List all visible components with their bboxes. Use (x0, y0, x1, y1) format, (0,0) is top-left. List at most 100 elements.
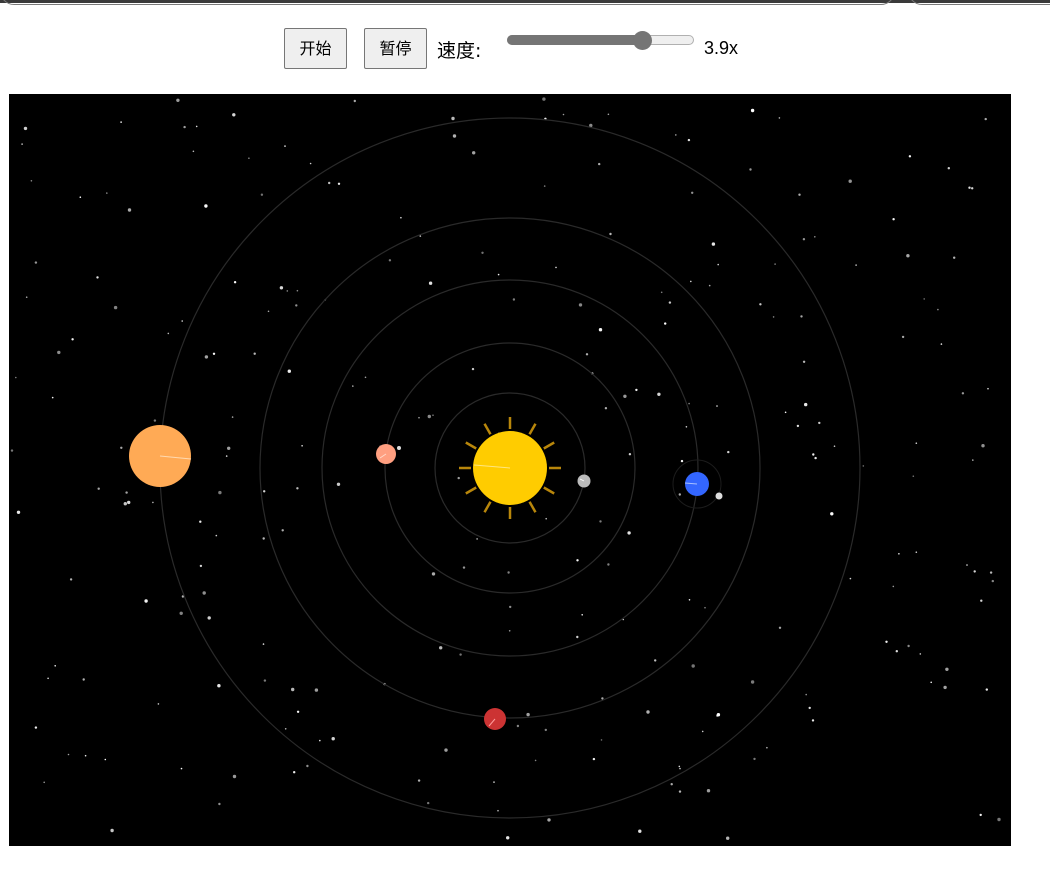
speed-slider-thumb[interactable] (633, 31, 652, 50)
star (592, 757, 596, 761)
star (802, 238, 806, 241)
star (452, 134, 457, 138)
star (192, 150, 195, 153)
star (635, 388, 638, 392)
pause-button[interactable]: 暂停 (364, 28, 427, 69)
star (706, 789, 711, 793)
star (646, 710, 650, 714)
star (279, 286, 284, 290)
star (493, 781, 495, 783)
star (814, 236, 816, 238)
star (353, 99, 356, 103)
star (848, 179, 852, 183)
star (267, 310, 270, 313)
star (578, 303, 583, 307)
star (716, 405, 718, 407)
star (543, 185, 546, 187)
speed-slider[interactable] (507, 31, 694, 50)
star (314, 688, 319, 692)
star (152, 501, 154, 504)
star (628, 453, 632, 456)
star (199, 564, 203, 568)
star (623, 394, 627, 398)
star (997, 817, 1001, 822)
star (248, 157, 250, 159)
star (428, 281, 433, 285)
star (895, 650, 898, 653)
star (749, 168, 752, 171)
star (708, 284, 711, 287)
star (113, 305, 118, 310)
star (688, 402, 690, 405)
star (534, 759, 537, 762)
star (309, 162, 312, 165)
star (507, 571, 510, 574)
star (202, 591, 206, 595)
star (21, 143, 23, 145)
star (930, 681, 932, 684)
star (818, 421, 821, 425)
star (199, 520, 202, 523)
star (657, 392, 661, 396)
star (232, 774, 237, 779)
star (67, 753, 70, 756)
star (263, 679, 267, 682)
star (607, 113, 610, 116)
star (497, 809, 499, 812)
star (47, 677, 49, 680)
star (293, 771, 296, 774)
star (509, 605, 512, 609)
star (301, 445, 303, 447)
star (576, 635, 579, 639)
planet-red (484, 708, 506, 730)
star (945, 667, 949, 671)
star (638, 829, 642, 833)
star (654, 659, 657, 662)
star (581, 614, 583, 616)
star (759, 303, 762, 306)
speed-label: 速度: (437, 40, 482, 62)
star (82, 678, 85, 681)
star (127, 500, 131, 505)
star (471, 367, 475, 371)
star (262, 537, 265, 540)
star (286, 290, 289, 292)
star (225, 455, 228, 457)
star (562, 113, 565, 116)
star (947, 167, 950, 170)
star (183, 125, 186, 129)
star (670, 783, 673, 786)
star (968, 186, 971, 189)
start-button[interactable]: 开始 (284, 28, 347, 69)
star (127, 208, 132, 212)
star (287, 369, 291, 373)
star (431, 572, 436, 576)
star (585, 353, 589, 356)
star (912, 475, 915, 478)
star (542, 97, 546, 101)
star (943, 685, 947, 690)
star (97, 487, 100, 490)
star (218, 802, 221, 806)
star (547, 818, 551, 822)
star (417, 779, 421, 782)
star (153, 419, 157, 422)
star (849, 577, 852, 580)
star (898, 553, 900, 555)
star (181, 320, 183, 322)
star (319, 739, 321, 742)
star (750, 680, 755, 684)
star (717, 263, 719, 266)
star (802, 360, 806, 363)
star (57, 350, 61, 355)
star (685, 426, 688, 428)
star (104, 758, 107, 761)
star (598, 328, 603, 332)
star (457, 476, 460, 480)
star (217, 684, 221, 688)
star (331, 737, 335, 741)
solar-system-scene (9, 94, 1011, 846)
star (989, 571, 993, 574)
star (15, 376, 17, 379)
star (506, 836, 510, 840)
